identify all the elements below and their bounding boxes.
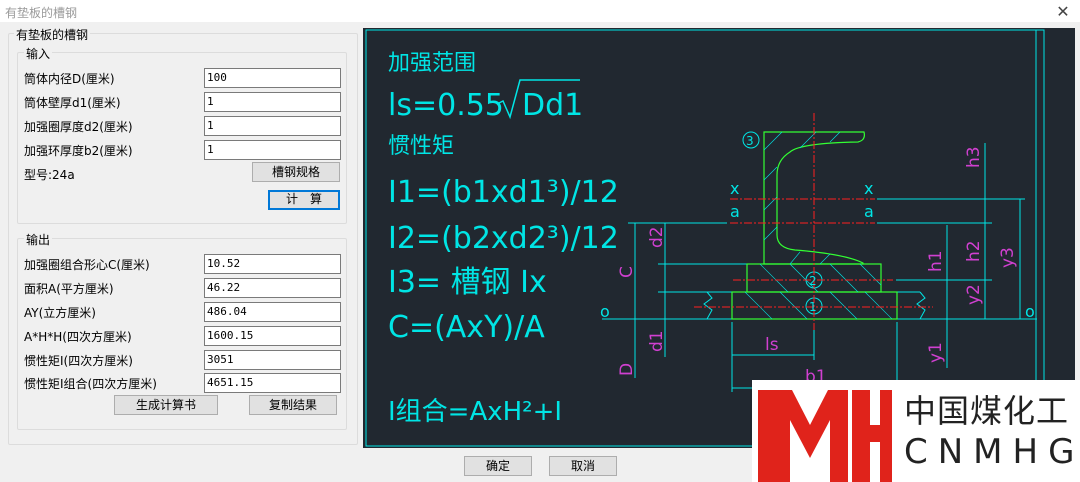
- diagram-mark: [829, 263, 859, 293]
- diagram-label: d1: [647, 330, 667, 352]
- diagram-label: o: [600, 302, 610, 321]
- inertia-title: 惯性矩: [388, 134, 454, 159]
- diagram-mark: [829, 131, 841, 143]
- diagram-label: 2: [809, 274, 817, 288]
- diagram-label: o: [1025, 302, 1035, 321]
- watermark-logo: [758, 390, 892, 482]
- diagram-label: h2: [964, 240, 984, 262]
- diagram-mark: [744, 291, 773, 320]
- diagram-label: a: [864, 202, 874, 221]
- formulas: 加强范围 ls=0.55 Dd1 惯性矩 I1=(b1xd1³)/12 I2=(…: [388, 51, 619, 427]
- diagram-mark: [852, 390, 892, 482]
- formula-i2: I2=(b2xd2³)/12: [388, 221, 619, 256]
- diagram-mark: [829, 291, 858, 320]
- diagram-label: ls: [765, 335, 779, 355]
- dimension-labels: ls b1 C d2 d1 D h1 h2 h3 y1 y2 y3: [617, 146, 1018, 387]
- diagram-mark: [864, 291, 893, 320]
- diagram-mark: [779, 291, 808, 320]
- diagram-label: 3: [746, 134, 754, 148]
- diagram-label: x: [730, 179, 739, 198]
- diagram-mark: [763, 166, 778, 181]
- diagram-label: a: [730, 202, 740, 221]
- formula-icomb: I组合=AxH²+I: [388, 397, 562, 427]
- diagram-label: y2: [964, 284, 984, 305]
- formula-c: C=(AxY)/A: [388, 310, 545, 345]
- diagram-label: y1: [926, 342, 946, 363]
- diagram-label: y3: [998, 247, 1018, 268]
- hatching: [744, 131, 893, 320]
- diagram-mark: [763, 226, 778, 241]
- formula-title: 加强范围: [388, 51, 476, 76]
- diagram-label: C: [617, 266, 637, 278]
- diagram-label: d2: [647, 226, 667, 248]
- diagram-mark: [819, 253, 831, 265]
- watermark-cn: 中国煤化工: [904, 392, 1070, 430]
- formula-i1: I1=(b1xd1³)/12: [388, 175, 619, 210]
- diagram-label: 1: [809, 300, 817, 314]
- diagram-label: h1: [926, 250, 946, 272]
- formula-ls-root: Dd1: [522, 88, 583, 123]
- diagram-mark: [759, 263, 789, 293]
- formula-ls: ls=0.55: [388, 88, 504, 123]
- diagram-mark: [789, 251, 801, 265]
- ok-button[interactable]: 确定: [464, 456, 532, 476]
- cancel-button[interactable]: 取消: [549, 456, 617, 476]
- diagram-label: D: [617, 363, 637, 376]
- diagram-mark: [859, 263, 882, 286]
- formula-i3: I3= 槽钢 Ix: [388, 265, 547, 300]
- diagram-label: h3: [964, 146, 984, 168]
- diagram-mark: [758, 390, 848, 482]
- watermark: 中国煤化工 CNMHG: [752, 380, 1080, 482]
- diagram-mark: [763, 131, 783, 151]
- watermark-en: CNMHG: [904, 432, 1080, 472]
- diagram-label: x: [864, 179, 873, 198]
